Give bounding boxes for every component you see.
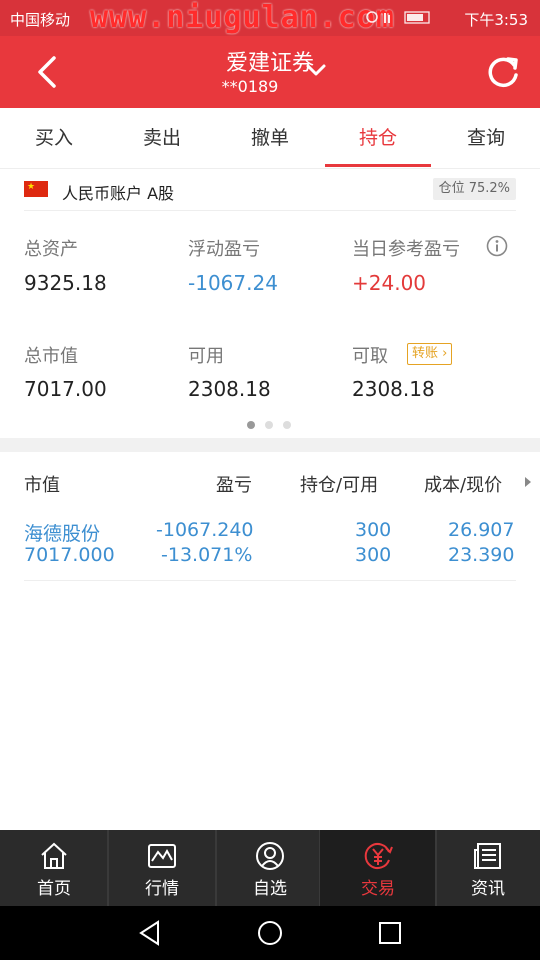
account-number[interactable]: **0189 bbox=[0, 77, 500, 96]
home-icon bbox=[41, 842, 67, 869]
section-divider bbox=[0, 438, 540, 452]
tab-sell[interactable]: 卖出 bbox=[108, 108, 216, 168]
account-row[interactable]: ★ 人民币账户 A股 仓位 75.2% bbox=[24, 170, 516, 211]
user-icon bbox=[256, 842, 284, 870]
nav-trade-label: 交易 bbox=[361, 879, 395, 899]
table-row[interactable]: 海德股份 7017.000 -1067.240 -13.071% 300 300… bbox=[24, 512, 516, 581]
stock-price: 23.390 bbox=[448, 544, 515, 566]
transfer-label: 转账 bbox=[412, 346, 439, 361]
market-value-value: 7017.00 bbox=[24, 377, 107, 401]
header-pnl: 盈亏 bbox=[216, 475, 252, 496]
stock-name: 海德股份 bbox=[24, 523, 101, 545]
active-tab-indicator bbox=[325, 164, 431, 167]
stock-pnl-pct: -13.071% bbox=[161, 544, 253, 566]
trade-tabs: 买入 卖出 撤单 持仓 查询 bbox=[0, 108, 540, 169]
account-type-label: 人民币账户 A股 bbox=[62, 184, 175, 203]
withdrawable-label: 可取 bbox=[352, 346, 388, 367]
status-bar: 中国移动 www.niugulan.com 下午3:53 bbox=[0, 0, 540, 36]
tab-buy[interactable]: 买入 bbox=[0, 108, 108, 168]
floating-pnl-label: 浮动盈亏 bbox=[188, 239, 260, 260]
scroll-right-icon[interactable] bbox=[525, 477, 531, 487]
nav-watchlist-label: 自选 bbox=[253, 879, 287, 899]
tab-query[interactable]: 查询 bbox=[432, 108, 540, 168]
tab-holdings[interactable]: 持仓 bbox=[324, 108, 432, 168]
bottom-nav: 首页 行情 自选 交易 资讯 bbox=[0, 830, 540, 906]
nav-market[interactable]: 行情 bbox=[108, 830, 216, 906]
page-dot bbox=[265, 421, 273, 429]
header-cost-price: 成本/现价 bbox=[424, 475, 503, 496]
news-icon bbox=[474, 843, 501, 869]
total-assets-value: 9325.18 bbox=[24, 271, 107, 295]
tab-cancel[interactable]: 撤单 bbox=[216, 108, 324, 168]
nav-market-label: 行情 bbox=[145, 879, 179, 899]
app-header: 爱建证券 **0189 bbox=[0, 36, 540, 108]
page-dot bbox=[247, 421, 255, 429]
stock-position: 300 bbox=[355, 519, 392, 541]
status-icons bbox=[365, 9, 435, 29]
market-value-label: 总市值 bbox=[24, 346, 78, 367]
stock-pnl: -1067.240 bbox=[156, 519, 254, 541]
back-triangle-icon[interactable] bbox=[136, 919, 164, 947]
signal-icon bbox=[366, 11, 430, 24]
daily-pnl-value: +24.00 bbox=[352, 271, 427, 295]
available-label: 可用 bbox=[188, 346, 224, 367]
available-value: 2308.18 bbox=[188, 377, 271, 401]
clock: 下午3:53 bbox=[464, 11, 528, 29]
transfer-button[interactable]: 转账 › bbox=[407, 343, 453, 365]
refresh-icon[interactable] bbox=[484, 53, 522, 91]
nav-home[interactable]: 首页 bbox=[0, 830, 108, 906]
nav-trade[interactable]: 交易 bbox=[320, 830, 436, 906]
header-position: 持仓/可用 bbox=[300, 475, 379, 496]
chart-icon bbox=[148, 844, 176, 868]
nav-news[interactable]: 资讯 bbox=[436, 830, 540, 906]
position-ratio-badge: 仓位 75.2% bbox=[432, 178, 516, 200]
withdrawable-value: 2308.18 bbox=[352, 377, 435, 401]
chevron-down-icon[interactable] bbox=[305, 61, 327, 79]
recents-square-icon[interactable] bbox=[376, 919, 404, 947]
nav-home-label: 首页 bbox=[37, 879, 71, 899]
total-assets-label: 总资产 bbox=[24, 239, 78, 260]
daily-pnl-label: 当日参考盈亏 bbox=[352, 239, 460, 260]
broker-title[interactable]: 爱建证券 bbox=[0, 45, 540, 77]
floating-pnl-value: -1067.24 bbox=[188, 271, 278, 295]
nav-news-label: 资讯 bbox=[471, 879, 505, 899]
stock-market-value: 7017.000 bbox=[24, 544, 115, 566]
page-dot bbox=[283, 421, 291, 429]
carrier-name: 中国移动 bbox=[10, 11, 71, 29]
china-flag-icon: ★ bbox=[24, 181, 48, 197]
yuan-icon bbox=[364, 843, 393, 869]
info-icon[interactable] bbox=[486, 235, 508, 257]
system-nav-bar bbox=[0, 906, 540, 960]
stock-available: 300 bbox=[355, 544, 392, 566]
watermark-text: www.niugulan.com bbox=[90, 0, 395, 35]
chevron-right-icon: › bbox=[438, 346, 448, 361]
nav-watchlist[interactable]: 自选 bbox=[216, 830, 324, 906]
header-market-value: 市值 bbox=[24, 475, 60, 496]
home-circle-icon[interactable] bbox=[256, 919, 284, 947]
stock-cost: 26.907 bbox=[448, 519, 515, 541]
